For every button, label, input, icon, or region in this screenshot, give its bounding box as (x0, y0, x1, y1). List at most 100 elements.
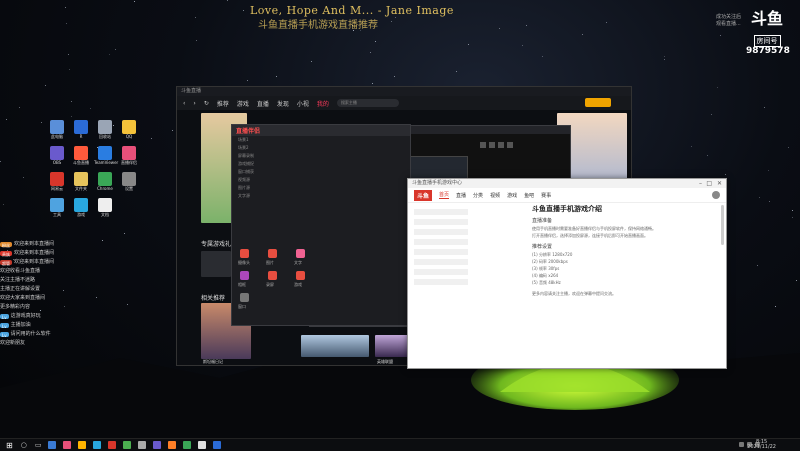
minimize-icon[interactable]: – (699, 179, 702, 188)
star (68, 53, 70, 55)
article-sidebar (414, 209, 468, 289)
section-heading: 直播准备 (532, 218, 553, 224)
source-button[interactable] (240, 271, 249, 280)
chat-panel: 粉丝 欢迎来到本直播间 贵族 欢迎来到本直播间 超管 欢迎来到本直播间 欢迎收看斗鱼直播 关注… (0, 240, 122, 390)
nav-tab-recommend[interactable]: 推荐 (217, 99, 229, 108)
taskbar-app-icon[interactable] (93, 441, 102, 449)
search-icon[interactable]: ○ (21, 441, 27, 449)
desktop-icon[interactable]: 游戏 (70, 198, 92, 217)
browser-window[interactable]: 斗鱼直播手机游戏中心 ✕ □ – 斗鱼 首页 直播 分类 视频 游戏 鱼吧 赛事… (407, 178, 727, 369)
taskbar-app-icon[interactable] (198, 441, 207, 449)
user-badge: 超管 (0, 260, 12, 266)
desktop-icon-label: 网易云 (51, 186, 63, 191)
source-button[interactable] (240, 249, 249, 258)
chat-message: Lv 主播加油 (0, 321, 122, 330)
nav-tab-live[interactable]: 直播 (257, 99, 269, 108)
desktop-icon[interactable]: OBS (46, 146, 68, 165)
article-title: 斗鱼直播手机游戏介绍 (532, 205, 602, 213)
section-title: 专属游戏礼 (201, 241, 232, 248)
desktop-icon[interactable]: 文档 (94, 198, 116, 217)
star (390, 21, 392, 23)
site-nav-home[interactable]: 首页 (439, 191, 450, 199)
stream-thumbnail[interactable] (301, 335, 369, 357)
site-nav-forum[interactable]: 鱼吧 (524, 192, 534, 199)
source-button[interactable] (268, 271, 277, 280)
source-button[interactable] (296, 271, 305, 280)
back-icon[interactable]: ‹ (183, 100, 185, 107)
task-view-icon[interactable]: ▭ (35, 441, 42, 449)
desktop-icon[interactable]: 文件夹 (70, 172, 92, 191)
scene-item[interactable]: 图片源 (232, 184, 410, 192)
clock[interactable]: 8:15 2021/11/22 (747, 440, 776, 450)
site-nav-events[interactable]: 赛事 (541, 192, 551, 199)
nav-tab-mine[interactable]: 我的 (317, 99, 329, 108)
tool-icon[interactable] (498, 142, 504, 148)
desktop-icon[interactable]: R (70, 120, 92, 139)
desktop-icon[interactable]: 设置 (118, 172, 140, 191)
scene-item[interactable]: 屏幕录制 (232, 152, 410, 160)
start-icon[interactable]: ⊞ (6, 441, 13, 450)
source-button[interactable] (240, 293, 249, 302)
taskbar-app-icon[interactable] (213, 441, 222, 449)
tool-icon[interactable] (507, 142, 513, 148)
scene-item[interactable]: 游戏捕捉 (232, 160, 410, 168)
avatar[interactable] (712, 191, 720, 199)
taskbar-app-icon[interactable] (63, 441, 72, 449)
desktop-icon[interactable]: 网易云 (46, 172, 68, 191)
search-input[interactable]: 搜索主播 (336, 99, 399, 107)
desktop-icon[interactable]: 工具 (46, 198, 68, 217)
forward-icon[interactable]: › (193, 100, 195, 107)
desktop-icon[interactable]: TeamViewer (94, 146, 118, 165)
network-icon[interactable] (739, 442, 744, 447)
live-companion-window[interactable]: 直播伴侣 场景1 场景2 屏幕录制 游戏捕捉 窗口捕获 视频源 图片源 文字源 摄像头 图片 文字… (231, 124, 411, 326)
desktop-icon[interactable]: 回收站 (94, 120, 116, 139)
game-card[interactable] (201, 251, 231, 277)
source-label: 录屏 (266, 282, 274, 287)
desktop-icon[interactable]: Chrome (94, 172, 116, 191)
taskbar-app-icon[interactable] (153, 441, 162, 449)
app-icon (122, 172, 136, 186)
site-nav-games[interactable]: 游戏 (507, 192, 517, 199)
maximize-icon[interactable]: □ (706, 179, 712, 188)
nav-tab-games[interactable]: 游戏 (237, 99, 249, 108)
desktop-icon[interactable]: 斗鱼直播 (70, 146, 92, 165)
star (455, 71, 457, 73)
nav-tab-discover[interactable]: 发现 (277, 99, 289, 108)
taskbar-app-icon[interactable] (183, 441, 192, 449)
settings-line: (2) 码率 2000kbps (532, 259, 568, 264)
scene-item[interactable]: 文字源 (232, 192, 410, 200)
scene-item[interactable]: 视频源 (232, 176, 410, 184)
site-nav-category[interactable]: 分类 (473, 192, 483, 199)
taskbar-app-icon[interactable] (168, 441, 177, 449)
taskbar-app-icon[interactable] (138, 441, 147, 449)
source-button[interactable] (296, 249, 305, 258)
scene-item[interactable]: 场景1 (232, 136, 410, 144)
app-icon (98, 172, 112, 186)
desktop-icon[interactable]: 此电脑 (46, 120, 68, 139)
desktop-icon[interactable]: 直播伴侣 (118, 146, 140, 165)
scene-item[interactable]: 场景2 (232, 144, 410, 152)
source-button[interactable] (268, 249, 277, 258)
star (0, 160, 2, 162)
site-nav-video[interactable]: 视频 (490, 192, 500, 199)
site-nav-live[interactable]: 直播 (456, 192, 466, 199)
tool-icon[interactable] (480, 142, 486, 148)
taskbar-app-icon[interactable] (123, 441, 132, 449)
desktop-icon-label: 设置 (125, 186, 133, 191)
desktop-icon[interactable]: QQ (118, 120, 140, 139)
nav-tab-videos[interactable]: 小视 (297, 99, 309, 108)
site-logo[interactable]: 斗鱼 (414, 189, 433, 201)
refresh-icon[interactable]: ↻ (204, 100, 209, 107)
desktop-icon-label: 斗鱼直播 (73, 160, 89, 165)
taskbar-app-icon[interactable] (108, 441, 117, 449)
user-avatar[interactable] (585, 98, 611, 107)
taskbar-app-icon[interactable] (48, 441, 57, 449)
close-icon[interactable]: ✕ (717, 179, 722, 188)
source-label: 文字 (294, 260, 302, 265)
companion-logo: 直播伴侣 (236, 128, 261, 135)
app-icon (50, 120, 64, 134)
taskbar-app-icon[interactable] (78, 441, 87, 449)
scene-item[interactable]: 窗口捕获 (232, 168, 410, 176)
scrollbar[interactable] (721, 205, 724, 245)
tool-icon[interactable] (489, 142, 495, 148)
